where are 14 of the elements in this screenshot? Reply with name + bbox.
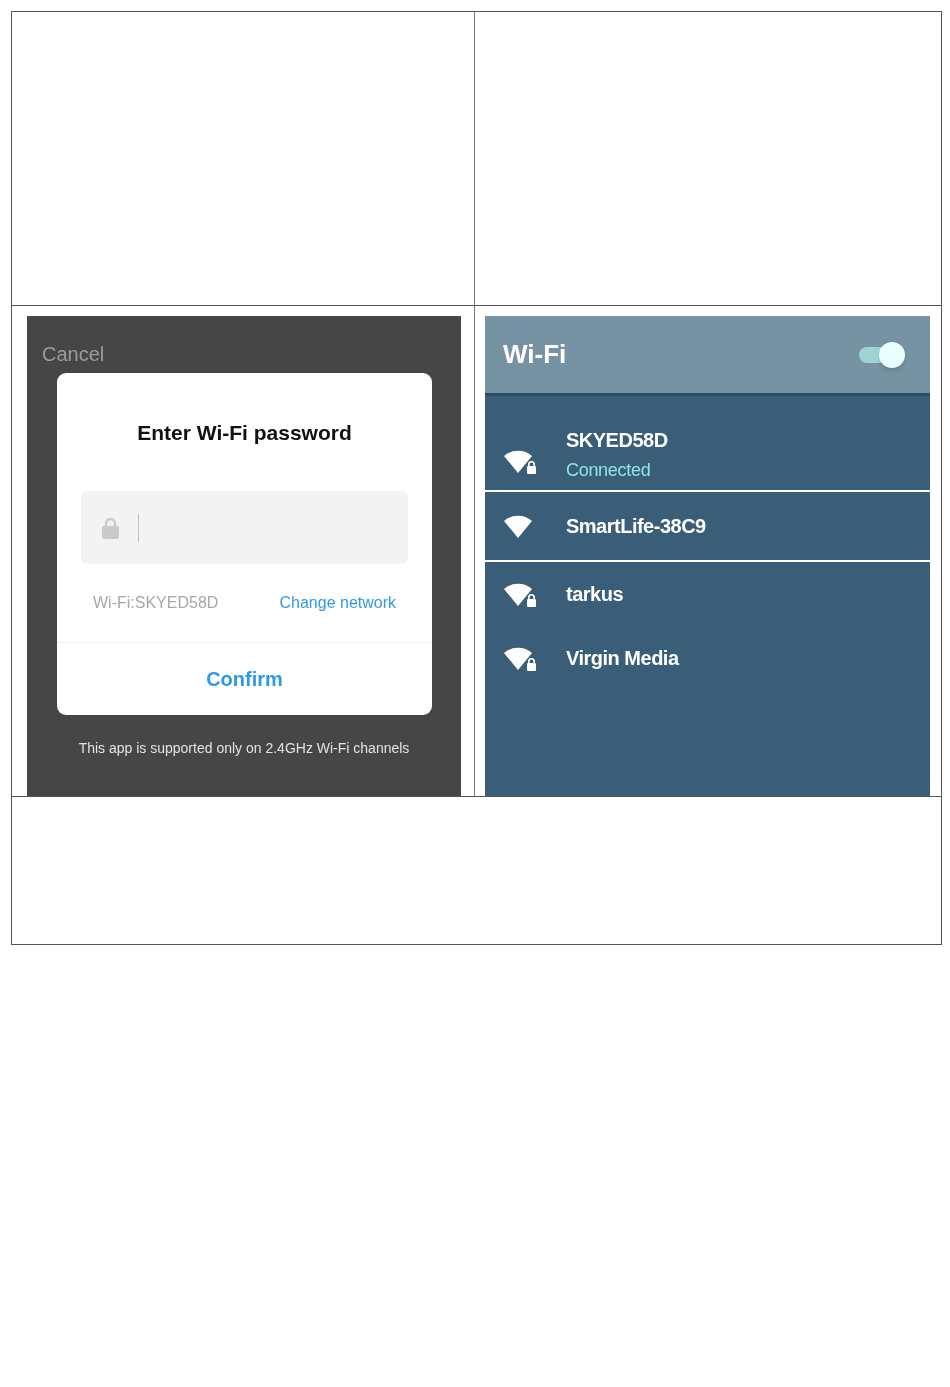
screen-title: Wi-Fi xyxy=(503,338,567,371)
network-name: Virgin Media xyxy=(566,646,679,670)
dialog-title: Enter Wi-Fi password xyxy=(136,420,353,446)
lock-icon xyxy=(102,516,119,539)
support-note: This app is supported only on 2.4GHz Wi-Fi channels xyxy=(77,739,411,758)
network-label: Wi-Fi:SKYED58D xyxy=(93,593,219,613)
password-field[interactable] xyxy=(81,491,408,564)
toggle-switch[interactable] xyxy=(859,341,905,368)
network-name: SmartLife-38C9 xyxy=(566,514,706,538)
network-row[interactable]: SmartLife-38C9 xyxy=(485,490,930,562)
text-cursor-icon xyxy=(138,513,139,542)
connection-status: Connected xyxy=(566,459,652,482)
network-name: SKYED58D xyxy=(566,428,668,452)
network-name: tarkus xyxy=(566,582,624,606)
